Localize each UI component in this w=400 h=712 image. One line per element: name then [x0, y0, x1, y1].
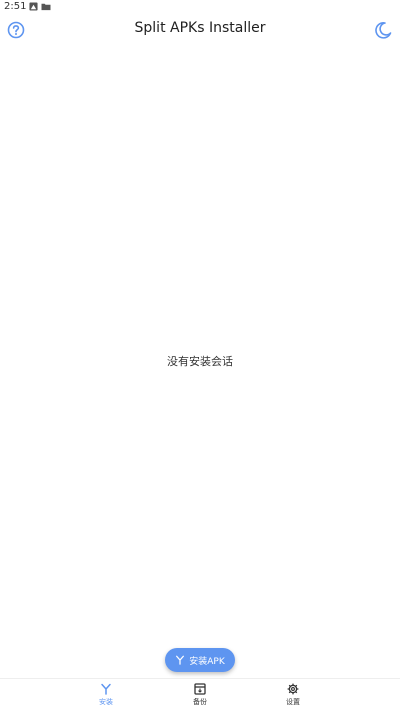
bottom-navigation: 安装 备份 设置: [0, 678, 400, 712]
gear-icon: [287, 683, 299, 695]
app-title: Split APKs Installer: [134, 20, 266, 36]
archive-icon: [194, 683, 206, 695]
nav-item-backup[interactable]: 备份: [170, 683, 230, 711]
nav-label-backup: 备份: [193, 698, 207, 706]
install-apk-button[interactable]: 安装APK: [165, 648, 235, 672]
nav-item-settings[interactable]: 设置: [263, 683, 323, 711]
nav-label-settings: 设置: [286, 698, 300, 706]
nav-label-install: 安装: [99, 698, 113, 706]
notification-icon: [29, 2, 38, 11]
empty-state-message: 没有安装会话: [167, 355, 233, 368]
nav-item-install[interactable]: 安装: [76, 683, 136, 711]
status-time: 2:51: [4, 1, 27, 12]
app-bar: Split APKs Installer: [0, 14, 400, 46]
split-icon: [176, 655, 185, 665]
split-icon: [101, 683, 111, 695]
install-apk-label: 安装APK: [189, 656, 225, 667]
moon-icon[interactable]: [373, 20, 393, 40]
folder-icon: [41, 3, 51, 11]
status-bar: 2:51: [0, 0, 400, 14]
